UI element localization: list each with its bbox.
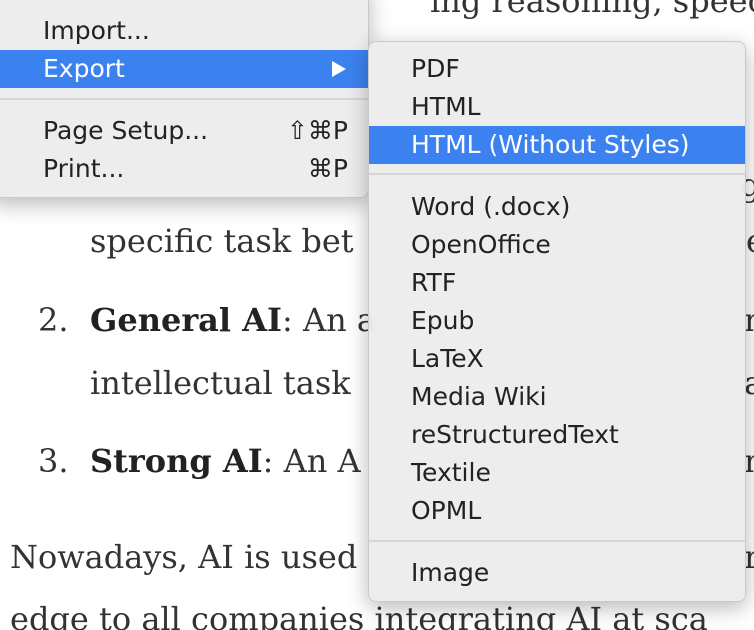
export-item-openoffice[interactable]: OpenOffice bbox=[369, 226, 745, 264]
list-item-general-ai: General AI: An a bbox=[90, 301, 376, 339]
export-item-epub[interactable]: Epub bbox=[369, 302, 745, 340]
menu-item-label: Image bbox=[411, 558, 490, 587]
menu-item-label: RTF bbox=[411, 268, 457, 297]
export-item-image[interactable]: Image bbox=[369, 554, 745, 592]
list-number: 2. bbox=[38, 301, 69, 339]
list-item-strong-ai: Strong AI: An A bbox=[90, 442, 361, 480]
menu-item-label: Export bbox=[43, 54, 125, 83]
export-item-html[interactable]: HTML bbox=[369, 88, 745, 126]
export-item-latex[interactable]: LaTeX bbox=[369, 340, 745, 378]
menu-item-label: OPML bbox=[411, 496, 482, 525]
menu-item-label: HTML bbox=[411, 92, 481, 121]
menu-item-label: Word (.docx) bbox=[411, 192, 571, 221]
menu-item-shortcut: ⌘P bbox=[307, 154, 348, 183]
doc-line-nowadays: Nowadays, AI is used bbox=[10, 538, 358, 576]
menu-item-label: PDF bbox=[411, 54, 460, 83]
doc-line-fragment: e bbox=[746, 222, 754, 260]
menu-item-label: Media Wiki bbox=[411, 382, 547, 411]
menu-separator bbox=[369, 540, 745, 542]
term-general-ai: General AI bbox=[90, 301, 282, 339]
export-item-restructuredtext[interactable]: reStructuredText bbox=[369, 416, 745, 454]
menu-item-import[interactable]: Import... bbox=[0, 12, 368, 50]
export-item-textile[interactable]: Textile bbox=[369, 454, 745, 492]
triangle-right-icon bbox=[332, 61, 346, 77]
menu-item-label: LaTeX bbox=[411, 344, 484, 373]
export-item-rtf[interactable]: RTF bbox=[369, 264, 745, 302]
menu-item-page-setup[interactable]: Page Setup... ⇧⌘P bbox=[0, 112, 368, 150]
export-item-word[interactable]: Word (.docx) bbox=[369, 188, 745, 226]
menu-item-label: Page Setup... bbox=[43, 116, 209, 145]
export-item-pdf[interactable]: PDF bbox=[369, 50, 745, 88]
menu-item-label: reStructuredText bbox=[411, 420, 619, 449]
menu-item-label: Import... bbox=[43, 16, 150, 45]
menu-item-export[interactable]: Export bbox=[0, 50, 368, 88]
menu-item-shortcut: ⇧⌘P bbox=[286, 116, 348, 145]
menu-item-label: Print... bbox=[43, 154, 125, 183]
menu-item-label: Epub bbox=[411, 306, 475, 335]
export-item-html-without-styles[interactable]: HTML (Without Styles) bbox=[369, 126, 745, 164]
doc-line-specific: specific task bet bbox=[90, 222, 354, 260]
menu-item-label: OpenOffice bbox=[411, 230, 551, 259]
menu-separator bbox=[0, 98, 368, 100]
doc-line-bottom: edge to all companies integrating AI at … bbox=[10, 600, 708, 630]
item-text: : An A bbox=[262, 442, 361, 480]
menu-item-print[interactable]: Print... ⌘P bbox=[0, 150, 368, 188]
doc-line-intellectual: intellectual task bbox=[90, 364, 351, 402]
menu-item-label: Textile bbox=[411, 458, 491, 487]
term-strong-ai: Strong AI bbox=[90, 442, 263, 480]
doc-line-partial: ing reasoning, speec bbox=[430, 0, 754, 20]
item-text: : An a bbox=[282, 301, 376, 339]
list-number: 3. bbox=[38, 442, 69, 480]
export-submenu: PDF HTML HTML (Without Styles) Word (.do… bbox=[368, 41, 746, 602]
export-item-opml[interactable]: OPML bbox=[369, 492, 745, 530]
file-menu: Import... Export Page Setup... ⇧⌘P Print… bbox=[0, 0, 369, 198]
export-item-media-wiki[interactable]: Media Wiki bbox=[369, 378, 745, 416]
menu-item-label: HTML (Without Styles) bbox=[411, 130, 690, 159]
menu-separator bbox=[369, 173, 745, 175]
